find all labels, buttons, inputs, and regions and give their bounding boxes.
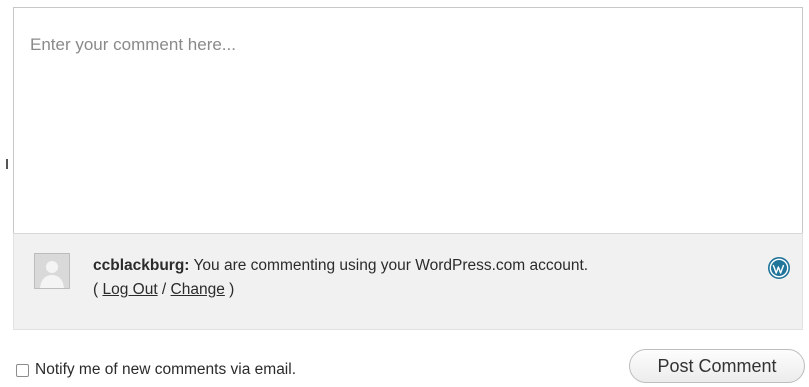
identity-message: You are commenting using your WordPress.…: [189, 257, 589, 274]
link-separator: /: [157, 281, 171, 298]
account-links: ( Log Out / Change ): [93, 278, 588, 302]
log-out-link[interactable]: Log Out: [102, 281, 157, 298]
avatar: [34, 253, 70, 289]
comment-footer: Notify me of new comments via email. Pos…: [0, 345, 809, 387]
default-avatar-icon: [35, 254, 69, 288]
identity-text: ccblackburg: You are commenting using yo…: [93, 254, 588, 302]
stray-mark: [6, 159, 8, 169]
notify-option[interactable]: Notify me of new comments via email.: [16, 361, 296, 379]
username: ccblackburg:: [93, 257, 190, 274]
wordpress-logo-icon[interactable]: [768, 257, 790, 279]
change-link[interactable]: Change: [171, 281, 225, 298]
notify-checkbox[interactable]: [16, 363, 29, 377]
post-comment-button[interactable]: Post Comment: [629, 349, 805, 383]
identity-line: ccblackburg: You are commenting using yo…: [93, 254, 588, 278]
comment-input[interactable]: [14, 8, 802, 233]
comment-identity-bar: ccblackburg: You are commenting using yo…: [13, 233, 803, 330]
notify-label: Notify me of new comments via email.: [35, 361, 297, 378]
close-paren: ): [224, 281, 235, 298]
comment-box: [13, 7, 803, 233]
